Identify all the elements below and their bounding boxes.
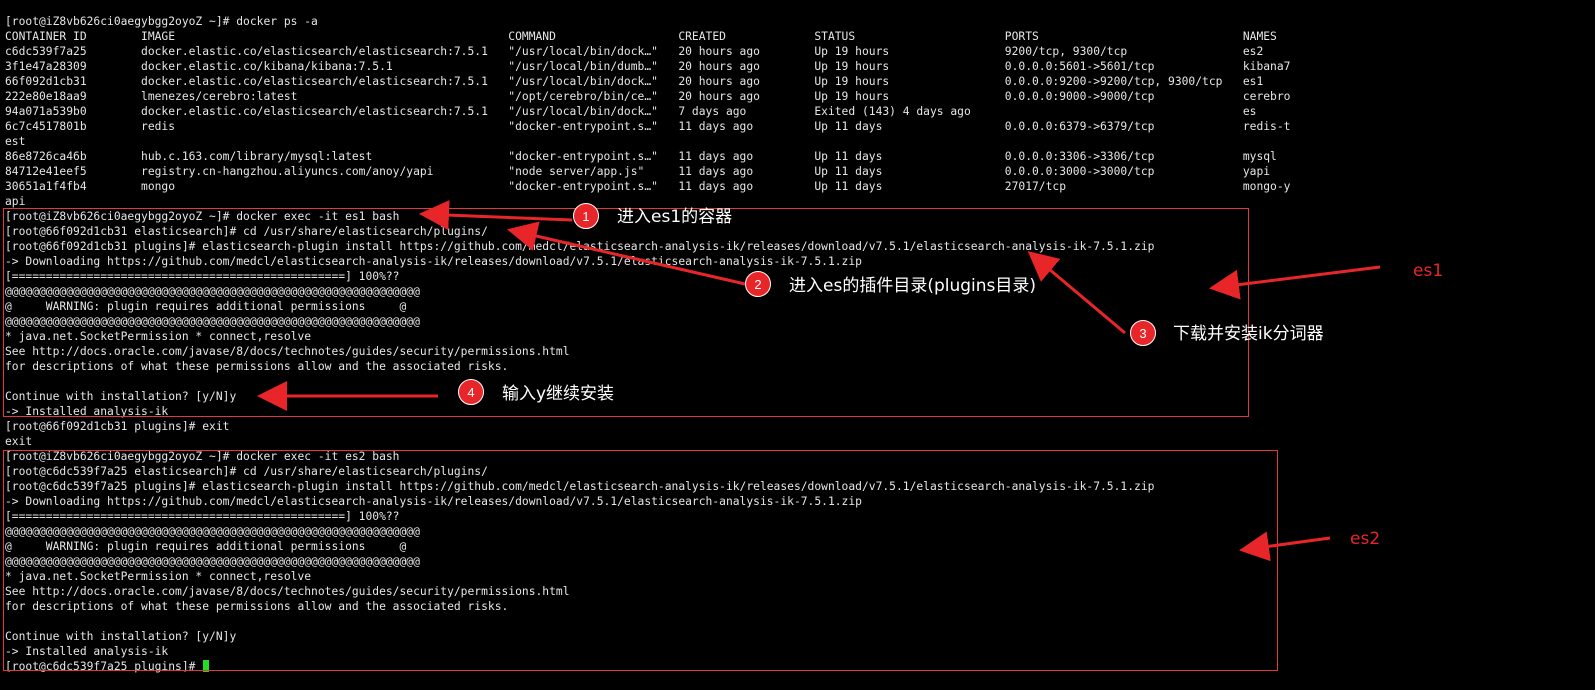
arrow-es2: [1239, 531, 1331, 562]
annotation-arrows: [257, 200, 1381, 562]
step-3-note: 下载并安装ik分词器: [1173, 324, 1324, 344]
arrow-step1: [419, 200, 573, 231]
step-4-badge: 4: [458, 379, 484, 405]
arrow-es1: [1209, 265, 1381, 300]
es2-label: es2: [1350, 529, 1381, 549]
es1-label: es1: [1413, 261, 1444, 281]
step-3-badge: 3: [1130, 320, 1156, 346]
step-2-badge: 2: [745, 271, 771, 297]
arrow-step2: [507, 221, 746, 286]
step-1-badge: 1: [573, 203, 599, 229]
arrow-step3: [1027, 251, 1126, 335]
step-4-note: 输入y继续安装: [502, 384, 615, 404]
step-1-note: 进入es1的容器: [617, 207, 733, 227]
step-2-note: 进入es的插件目录(plugins目录): [789, 276, 1037, 296]
